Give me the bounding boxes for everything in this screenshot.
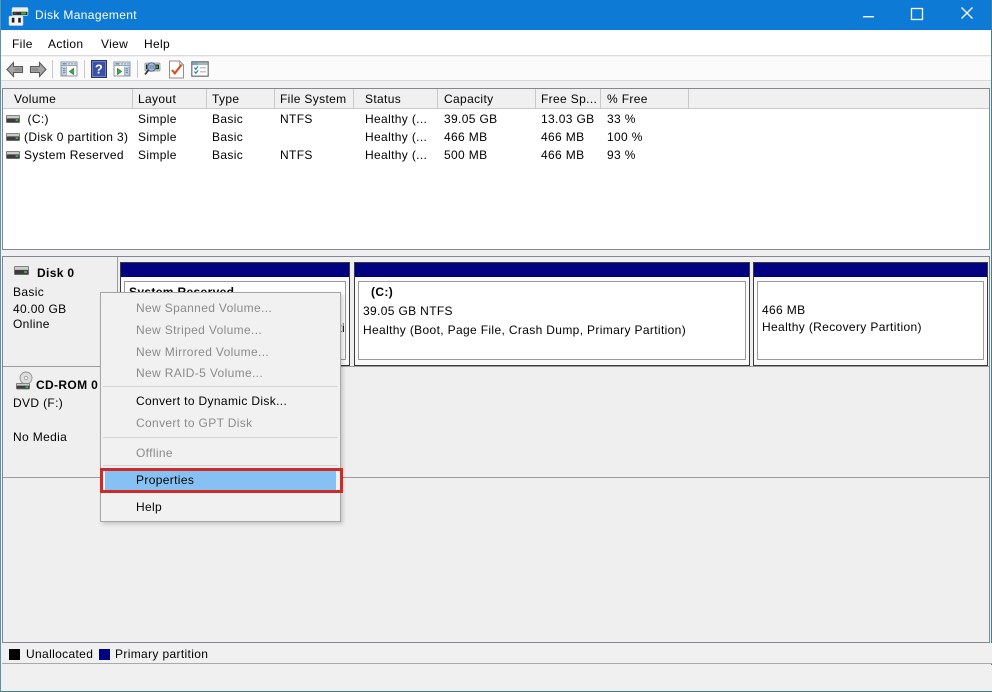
svg-text:?: ? (95, 62, 103, 77)
